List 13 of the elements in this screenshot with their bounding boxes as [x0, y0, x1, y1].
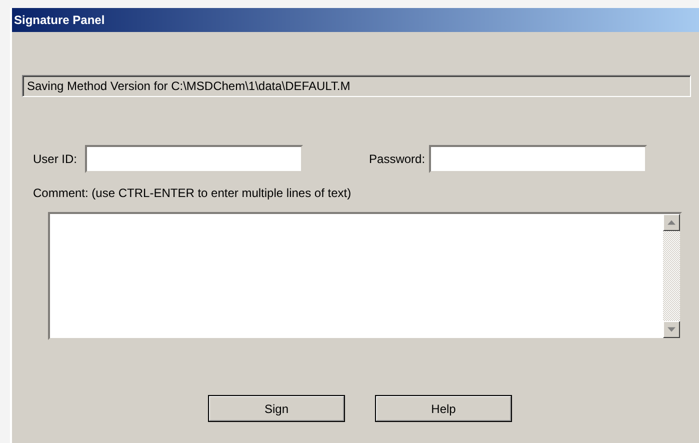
input-field[interactable]: [85, 145, 304, 173]
dialog-button[interactable]: Help: [375, 395, 512, 422]
scroll-up-icon[interactable]: [663, 214, 680, 231]
status-field: Saving Method Version for C:\MSDChem\1\data\DEFAULT.M: [22, 75, 691, 97]
comment-field[interactable]: [48, 212, 682, 340]
scrollbar[interactable]: [663, 214, 680, 338]
comment-label: Comment: (use CTRL-ENTER to enter multiple lines of text): [33, 186, 352, 200]
field-label: User ID:: [33, 152, 78, 166]
window-title: Signature Panel: [12, 8, 699, 32]
input-field[interactable]: [429, 145, 648, 173]
dialog-button[interactable]: Sign: [208, 395, 345, 422]
scroll-down-icon[interactable]: [663, 321, 680, 338]
field-label: Password:: [369, 152, 426, 166]
